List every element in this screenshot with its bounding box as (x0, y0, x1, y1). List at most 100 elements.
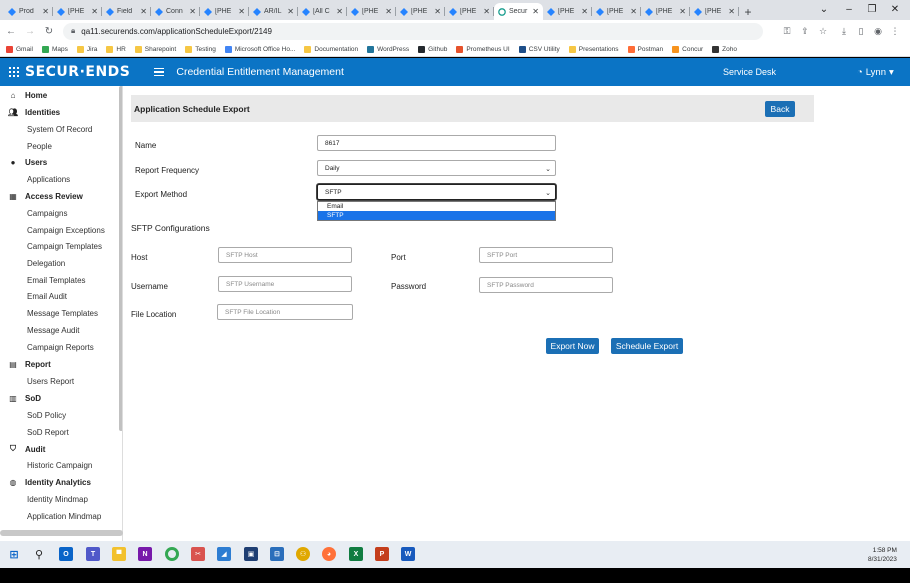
key-icon[interactable]: ⚿ (779, 23, 795, 39)
back-button[interactable]: Back (765, 101, 795, 117)
teams-icon[interactable]: T (86, 547, 100, 561)
file-explorer-icon[interactable]: ▀ (112, 547, 126, 561)
tab-close-icon[interactable]: ✕ (287, 7, 294, 16)
sidebar-item-campaign-templates[interactable]: Campaign Templates (27, 242, 102, 251)
frequency-select[interactable]: Daily ⌄ (317, 160, 556, 176)
tab-close-icon[interactable]: ✕ (434, 7, 441, 16)
outlook-icon[interactable]: O (59, 547, 73, 561)
sidebar-item-people[interactable]: People (27, 142, 52, 151)
sidebar-report[interactable]: ▤ Report (8, 360, 51, 369)
sftp-password-input[interactable]: SFTP Password (479, 277, 613, 293)
browser-tab[interactable]: Conn ✕ (151, 3, 200, 20)
sidebar-audit[interactable]: ⛉ Audit (8, 444, 45, 454)
app-grid-icon[interactable] (9, 67, 19, 77)
tab-close-icon[interactable]: ✕ (336, 7, 343, 16)
close-window-button[interactable]: ✕ (883, 0, 907, 18)
new-tab-button[interactable]: + (739, 3, 757, 20)
user-menu[interactable]: ◔ Lynn ▾ (857, 67, 894, 78)
back-arrow-icon[interactable]: ← (3, 23, 19, 39)
side-panel-icon[interactable]: ▯ (853, 23, 869, 39)
browser-tab[interactable]: [PHE ✕ (200, 3, 249, 20)
tab-close-icon[interactable]: ✕ (91, 7, 98, 16)
minimize-button[interactable]: – (837, 0, 861, 18)
word-icon[interactable]: W (401, 547, 415, 561)
snipping-tool-icon[interactable]: ✂ (191, 547, 205, 561)
browser-tab[interactable]: Prod ✕ (4, 3, 53, 20)
sidebar-sod[interactable]: ▥ SoD (8, 394, 41, 403)
browser-tab[interactable]: Field ✕ (102, 3, 151, 20)
bookmark-item[interactable]: Concur (672, 45, 703, 53)
download-icon[interactable]: ⤓ (836, 23, 852, 39)
option-sftp[interactable]: SFTP (318, 211, 555, 220)
sidebar-item-campaign-reports[interactable]: Campaign Reports (27, 343, 94, 352)
tab-close-icon[interactable]: ✕ (581, 7, 588, 16)
sidebar-item-message-audit[interactable]: Message Audit (27, 326, 79, 335)
option-email[interactable]: Email (318, 202, 555, 211)
bookmark-item[interactable]: Jira (76, 45, 97, 53)
excel-icon[interactable]: X (349, 547, 363, 561)
bookmark-item[interactable]: Presentations (568, 45, 619, 53)
app-icon-4[interactable]: ⚇ (296, 547, 310, 561)
sftp-username-input[interactable]: SFTP Username (218, 276, 352, 292)
powerpoint-icon[interactable]: P (375, 547, 389, 561)
bookmark-item[interactable]: Gmail (6, 45, 33, 53)
profile-icon[interactable]: ◉ (870, 23, 886, 39)
browser-tab[interactable]: [All C ✕ (298, 3, 347, 20)
tab-search-icon[interactable]: ⌄ (812, 0, 836, 18)
sidebar-item-users-report[interactable]: Users Report (27, 377, 74, 386)
browser-tab[interactable]: [PHE ✕ (445, 3, 494, 20)
bookmark-item[interactable]: Prometheus UI (456, 45, 510, 53)
service-desk-link[interactable]: Service Desk (723, 67, 776, 77)
sidebar-identity-analytics[interactable]: ◍ Identity Analytics (8, 478, 91, 487)
sidebar-item-sod-report[interactable]: SoD Report (27, 428, 69, 437)
sidebar-item-campaign-exceptions[interactable]: Campaign Exceptions (27, 226, 105, 235)
sidebar-item-system-of-record[interactable]: System Of Record (27, 125, 92, 134)
sidebar-item-application-mindmap[interactable]: Application Mindmap (27, 512, 101, 521)
tab-close-icon[interactable]: ✕ (532, 7, 539, 16)
export-now-button[interactable]: Export Now (546, 338, 599, 354)
restore-button[interactable]: ❐ (860, 0, 884, 18)
schedule-export-button[interactable]: Schedule Export (611, 338, 683, 354)
bookmark-star-icon[interactable]: ☆ (815, 23, 831, 39)
sidebar-home[interactable]: ⌂ Home (8, 91, 48, 100)
tab-close-icon[interactable]: ✕ (483, 7, 490, 16)
browser-tab[interactable]: [PHE ✕ (592, 3, 641, 20)
bookmark-item[interactable]: WordPress (367, 45, 409, 53)
tab-close-icon[interactable]: ✕ (728, 7, 735, 16)
url-bar[interactable]: 🔒︎ qa11.securends.com/applicationSchedul… (63, 22, 763, 40)
browser-tab[interactable]: Secur ✕ (494, 3, 543, 20)
bookmark-item[interactable]: Documentation (304, 45, 358, 53)
bookmark-item[interactable]: CSV Utility (518, 45, 560, 53)
sidebar-item-sod-policy[interactable]: SoD Policy (27, 411, 66, 420)
bookmark-item[interactable]: HR (106, 45, 126, 53)
bookmark-item[interactable]: Zoho (712, 45, 737, 53)
share-icon[interactable]: ⇪ (797, 23, 813, 39)
tab-close-icon[interactable]: ✕ (385, 7, 392, 16)
horizontal-scrollbar[interactable] (0, 530, 123, 536)
bookmark-item[interactable]: Microsoft Office Ho... (224, 45, 295, 53)
onenote-icon[interactable]: N (138, 547, 152, 561)
sidebar-users[interactable]: ● Users (8, 158, 48, 167)
bookmark-item[interactable]: Testing (185, 45, 216, 53)
sftp-host-input[interactable]: SFTP Host (218, 247, 352, 263)
windows-start-icon[interactable]: ⊞ (7, 547, 21, 561)
tab-close-icon[interactable]: ✕ (189, 7, 196, 16)
export-method-select[interactable]: SFTP ⌄ (317, 184, 556, 200)
sidebar-item-applications[interactable]: Applications (27, 175, 70, 184)
sidebar-item-historic-campaign[interactable]: Historic Campaign (27, 461, 92, 470)
browser-tab[interactable]: [PHE ✕ (347, 3, 396, 20)
browser-tab[interactable]: [PHE ✕ (53, 3, 102, 20)
menu-kebab-icon[interactable]: ⋮ (887, 23, 903, 39)
browser-tab[interactable]: [PHE ✕ (543, 3, 592, 20)
sidebar-item-identity-mindmap[interactable]: Identity Mindmap (27, 495, 88, 504)
system-clock[interactable]: 1:58 PM 8/31/2023 (868, 546, 897, 564)
bookmark-item[interactable]: Maps (41, 45, 68, 53)
tab-close-icon[interactable]: ✕ (630, 7, 637, 16)
browser-tab[interactable]: [PHE ✕ (396, 3, 445, 20)
hamburger-menu-icon[interactable] (154, 67, 165, 77)
name-input[interactable]: 8617 (317, 135, 556, 151)
browser-tab[interactable]: [PHE ✕ (641, 3, 690, 20)
chrome-icon[interactable] (165, 547, 179, 561)
tab-close-icon[interactable]: ✕ (42, 7, 49, 16)
app-icon-3[interactable]: ⊟ (270, 547, 284, 561)
